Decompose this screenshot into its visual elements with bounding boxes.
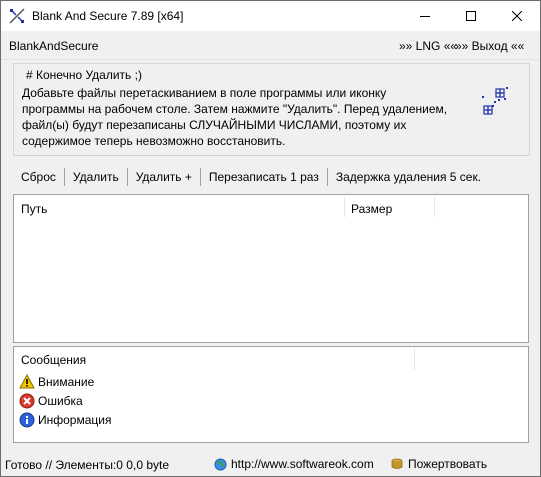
messages-header: Сообщения [21, 353, 87, 367]
message-label: Внимание [38, 375, 95, 389]
file-list[interactable]: Путь Размер [13, 194, 529, 343]
warning-icon [19, 374, 35, 389]
language-menu[interactable]: »» LNG «« [399, 39, 457, 53]
overwrite-button[interactable]: Перезаписать 1 раз [201, 168, 327, 186]
delete-plus-button[interactable]: Удалить + [128, 168, 200, 186]
info-panel: # Конечно Удалить ;) Добавьте файлы пере… [13, 63, 530, 156]
status-bar: Готово // Элементы:0 0,0 byte http://www… [1, 453, 540, 476]
status-text: Готово // Элементы:0 0,0 byte [5, 458, 170, 472]
maximize-button[interactable] [448, 1, 494, 31]
close-button[interactable] [494, 1, 540, 31]
message-label: Информация [38, 413, 112, 427]
donate-label[interactable]: Пожертвовать [408, 457, 487, 471]
list-item[interactable]: Информация [19, 412, 111, 428]
maximize-icon [466, 11, 476, 21]
info-icon [19, 412, 35, 428]
minimize-button[interactable] [402, 1, 448, 31]
app-window: Blank And Secure 7.89 [x64] BlankAndSecu… [0, 0, 541, 477]
exit-menu[interactable]: »» Выход «« [455, 39, 524, 53]
minimize-icon [420, 16, 430, 17]
close-icon [512, 11, 522, 21]
donate-icon [391, 458, 403, 469]
title-bar[interactable]: Blank And Secure 7.89 [x64] [1, 1, 540, 31]
column-divider[interactable] [434, 197, 435, 217]
website-url[interactable]: http://www.softwareok.com [231, 457, 374, 471]
website-link[interactable]: http://www.softwareok.com [214, 457, 374, 471]
message-label: Ошибка [38, 394, 83, 408]
globe-icon [214, 457, 227, 471]
blank-and-secure-logo-icon [482, 87, 508, 115]
column-header-size[interactable]: Размер [351, 202, 392, 216]
menu-app-name[interactable]: BlankAndSecure [9, 39, 98, 53]
reset-button[interactable]: Сброс [13, 168, 64, 186]
error-icon [19, 393, 35, 409]
list-item[interactable]: Ошибка [19, 393, 83, 409]
column-divider[interactable] [414, 348, 415, 370]
messages-panel[interactable]: Сообщения Внимание Ошибка Информация [13, 346, 529, 443]
column-divider[interactable] [344, 197, 345, 217]
toolbar: Сброс Удалить Удалить + Перезаписать 1 р… [13, 166, 489, 188]
info-heading: # Конечно Удалить ;) [26, 68, 142, 82]
list-item[interactable]: Внимание [19, 374, 94, 390]
delete-button[interactable]: Удалить [65, 168, 127, 186]
info-text: Добавьте файлы перетаскиванием в поле пр… [22, 86, 448, 148]
delete-delay-button[interactable]: Задержка удаления 5 сек. [328, 168, 489, 186]
menu-bar: BlankAndSecure »» LNG «« »» Выход «« [1, 31, 540, 60]
app-icon [9, 8, 25, 24]
column-header-path[interactable]: Путь [21, 202, 47, 216]
window-title: Blank And Secure 7.89 [x64] [32, 9, 184, 23]
donate-link[interactable]: Пожертвовать [390, 457, 487, 471]
